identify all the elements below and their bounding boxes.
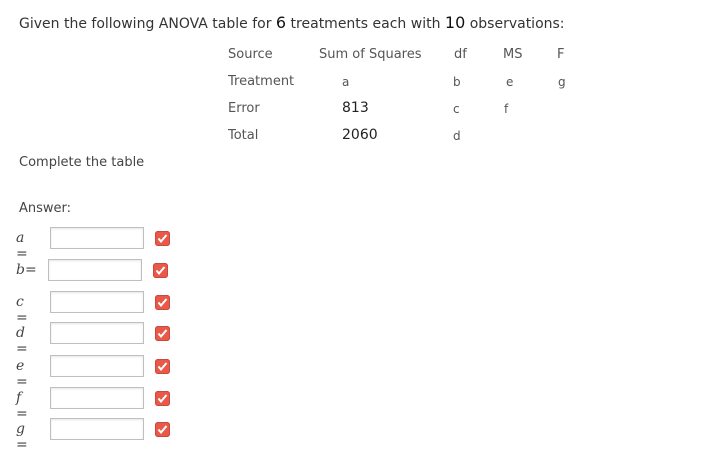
answer-row-label: f = [16,390,28,422]
question-text: Given the following ANOVA table for 6 tr… [19,13,565,32]
header-f: F [557,47,565,62]
row-total-source: Total [228,128,259,143]
answer-label: Answer: [19,201,72,216]
variable-name: g [16,421,25,437]
header-ms: MS [503,47,523,62]
header-df: df [454,47,467,62]
incorrect-check-icon [155,359,170,374]
answer-row-label: b= [16,262,37,278]
answer-row-label: c = [16,294,28,326]
incorrect-check-icon [153,263,168,278]
answer-input-a[interactable] [50,227,144,249]
row-treatment-f: g [558,75,566,89]
incorrect-check-icon [155,231,170,246]
row-error-ss: 813 [342,100,369,116]
row-treatment-df: b [453,75,461,89]
answer-input-d[interactable] [50,322,144,344]
incorrect-check-icon [155,295,170,310]
variable-name: c [16,294,24,310]
row-treatment-ms: e [506,75,514,89]
answer-row-label: a = [16,230,28,262]
row-error-ms: f [504,102,509,116]
incorrect-check-icon [155,422,170,437]
intro-before: Given the following ANOVA table for [19,16,276,32]
incorrect-check-icon [155,391,170,406]
equals-sign: = [16,374,28,390]
answer-input-f[interactable] [50,387,144,409]
treatments-count: 6 [275,13,287,32]
intro-middle: treatments each with [286,16,445,32]
row-total-ss: 2060 [342,127,378,143]
answer-row-label: d = [16,325,28,357]
variable-name: b [16,262,25,278]
header-sum-of-squares: Sum of Squares [319,47,422,62]
answer-input-e[interactable] [50,355,144,377]
row-error-df: c [453,102,460,116]
equals-sign: = [16,341,28,357]
variable-name: f [16,390,22,406]
variable-name: d [16,325,25,341]
equals-sign: = [16,246,28,262]
answer-row-label: g = [16,421,28,453]
answer-row-label: e = [16,358,28,390]
variable-name: a [16,230,25,246]
variable-name: e [16,358,25,374]
observations-count: 10 [444,13,466,32]
row-total-df: d [453,129,461,143]
row-treatment-ss: a [342,75,350,89]
answer-input-g[interactable] [50,418,144,440]
header-source: Source [228,47,273,62]
equals-sign: = [24,262,37,278]
equals-sign: = [16,437,28,453]
answer-input-b[interactable] [48,259,142,281]
equals-sign: = [16,406,28,422]
answer-input-c[interactable] [50,291,144,313]
row-treatment-source: Treatment [228,74,295,89]
intro-after: observations: [465,16,565,32]
equals-sign: = [16,310,28,326]
incorrect-check-icon [155,326,170,341]
row-error-source: Error [228,101,260,116]
instruction-text: Complete the table [19,155,145,170]
